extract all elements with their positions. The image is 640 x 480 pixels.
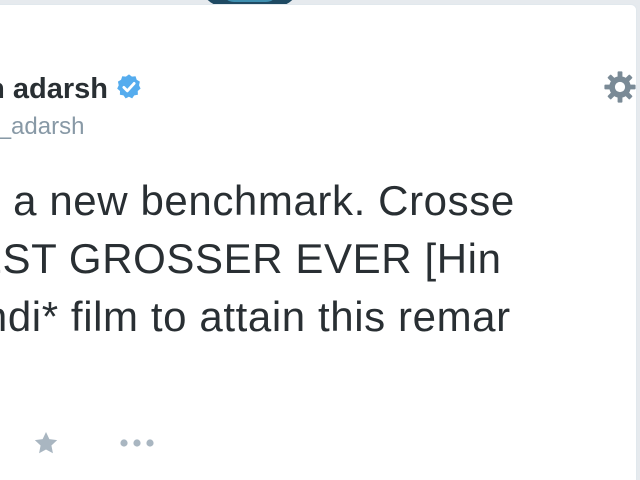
ellipsis-icon[interactable] (118, 432, 156, 454)
author-handle[interactable]: an_adarsh (0, 113, 84, 141)
gear-icon[interactable] (603, 70, 637, 104)
tweet-text-line: HEST GROSSER EVER [Hin (0, 235, 502, 282)
author-display-name[interactable]: an adarsh (0, 73, 108, 105)
tweet-text: ets a new benchmark. Crosse HEST GROSSER… (0, 172, 515, 346)
tweet-page: an adarsh an_adarsh ets a new benchmark.… (0, 0, 640, 480)
tweet-text-line: Hindi* film to attain this remar (0, 293, 511, 340)
author-name-row[interactable]: an adarsh (0, 73, 143, 106)
tweet-text-line: ets a new benchmark. Crosse (0, 177, 515, 224)
star-icon[interactable] (33, 430, 59, 456)
verified-badge-icon (117, 74, 141, 99)
